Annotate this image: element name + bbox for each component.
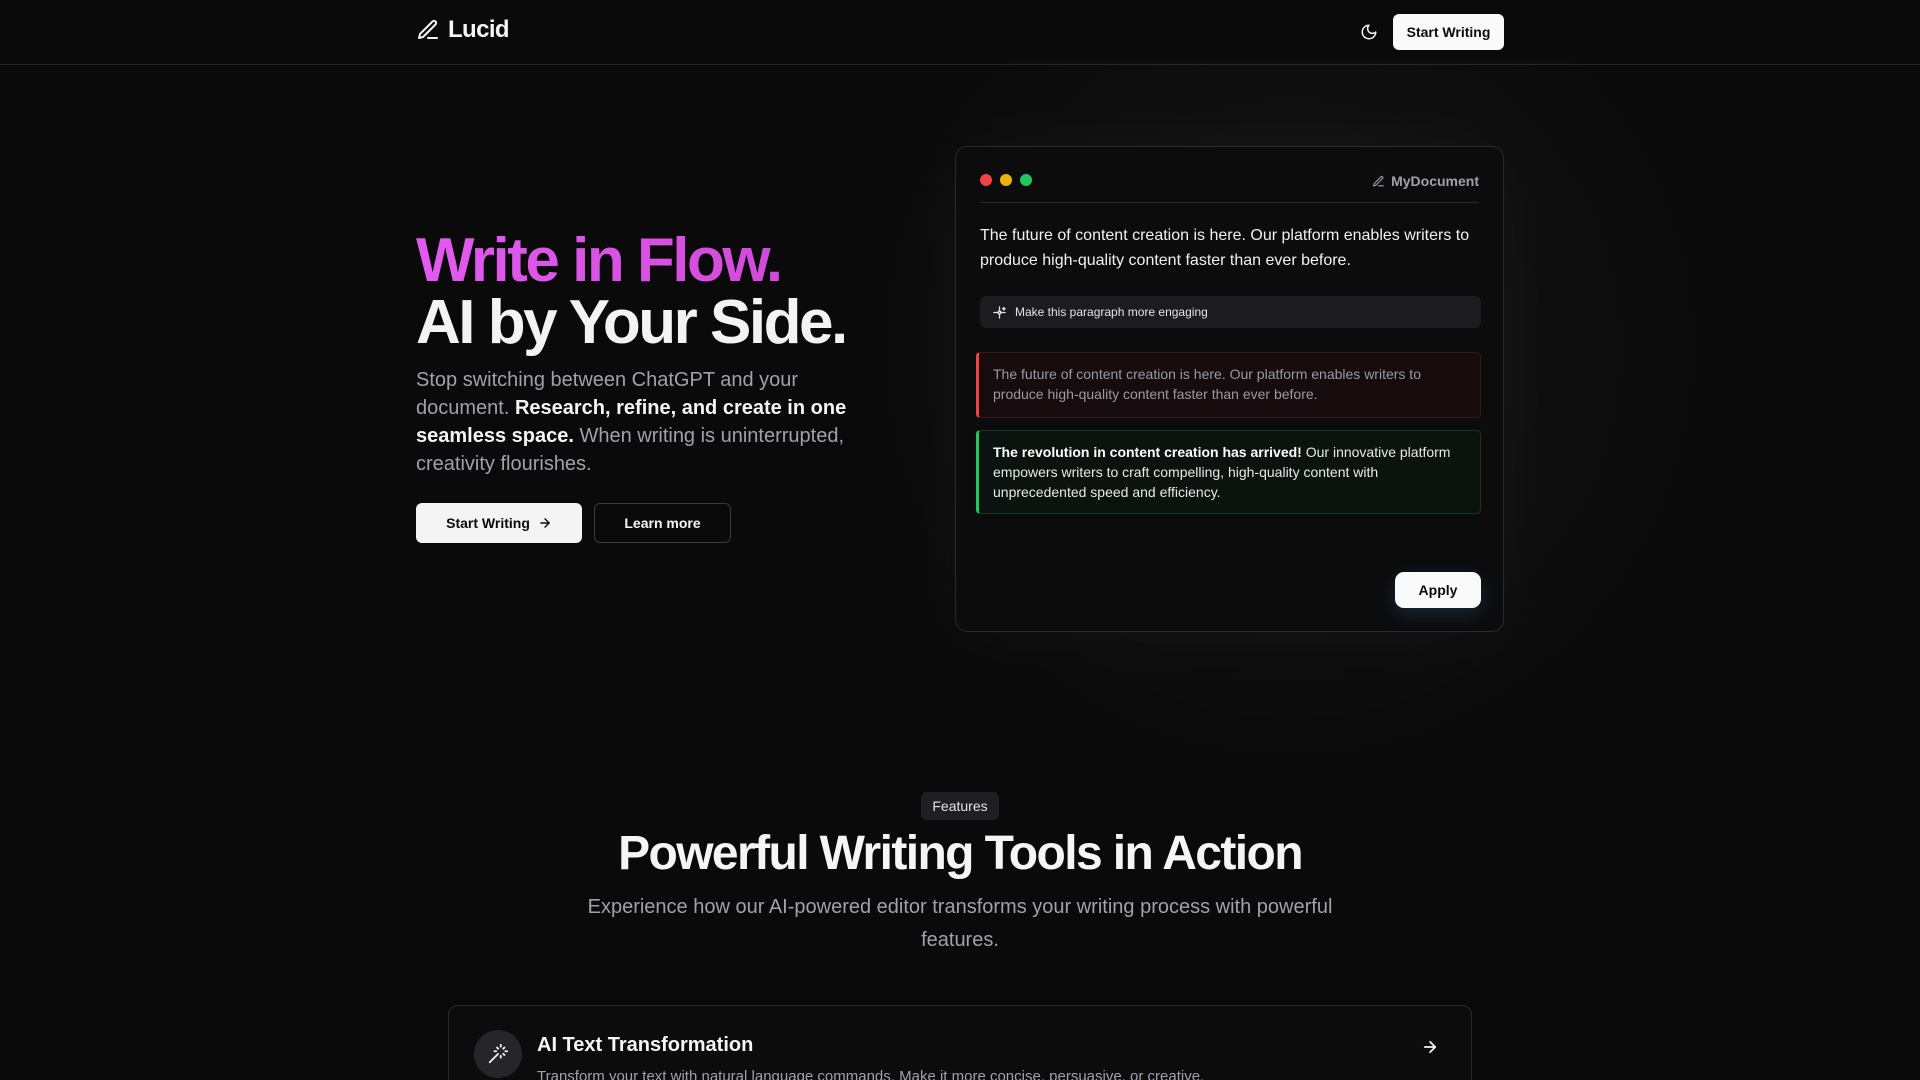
editor-body-text[interactable]: The future of content creation is here. … xyxy=(980,223,1480,273)
hero-start-writing-label: Start Writing xyxy=(446,515,530,531)
window-maximize-dot xyxy=(1020,174,1032,186)
pencil-icon xyxy=(1373,175,1385,186)
top-nav: Lucid Start Writing xyxy=(0,0,1920,65)
feature-description: Transform your text with natural languag… xyxy=(537,1068,1205,1080)
suggested-text-bold: The revolution in content creation has a… xyxy=(993,444,1302,460)
hero-start-writing-button[interactable]: Start Writing xyxy=(416,503,582,543)
magic-wand-icon xyxy=(488,1043,509,1064)
suggested-text-block: The revolution in content creation has a… xyxy=(976,430,1481,514)
feature-title: AI Text Transformation xyxy=(537,1034,754,1056)
ai-prompt-bar[interactable]: Make this paragraph more engaging xyxy=(980,296,1481,328)
theme-toggle-button[interactable] xyxy=(1357,20,1381,44)
feature-card-ai-text-transformation[interactable]: AI Text Transformation Transform your te… xyxy=(448,1005,1472,1080)
window-controls xyxy=(980,174,1032,186)
window-close-dot xyxy=(980,174,992,186)
landing-page: Lucid Start Writing Write in Flow. AI by… xyxy=(0,0,1920,1080)
apply-button[interactable]: Apply xyxy=(1395,572,1481,608)
editor-divider xyxy=(980,202,1479,203)
hero-title-line1: Write in Flow. xyxy=(416,230,846,292)
brand-logo[interactable]: Lucid xyxy=(416,16,510,44)
editor-preview: MyDocument The future of content creatio… xyxy=(955,146,1504,632)
nav-start-writing-button[interactable]: Start Writing xyxy=(1393,14,1504,50)
arrow-right-icon[interactable] xyxy=(1421,1038,1439,1056)
hero-subtitle: Stop switching between ChatGPT and your … xyxy=(416,366,856,478)
sparkles-icon xyxy=(993,305,1006,319)
document-name: MyDocument xyxy=(1372,173,1479,189)
features-badge: Features xyxy=(921,792,999,820)
arrow-right-icon xyxy=(540,518,550,528)
hero-title: Write in Flow. AI by Your Side. xyxy=(416,230,848,357)
features-subtitle: Experience how our AI-powered editor tra… xyxy=(587,896,1333,951)
document-name-label: MyDocument xyxy=(1391,173,1479,189)
brand-name: Lucid xyxy=(448,16,510,43)
pen-icon xyxy=(418,19,438,39)
window-minimize-dot xyxy=(1000,174,1012,186)
original-text-block: The future of content creation is here. … xyxy=(976,352,1481,418)
learn-more-button[interactable]: Learn more xyxy=(594,503,731,543)
features-title: Powerful Writing Tools in Action xyxy=(618,827,1303,880)
ai-prompt-text: Make this paragraph more engaging xyxy=(1015,305,1208,319)
moon-icon xyxy=(1361,24,1377,40)
hero-title-line2: AI by Your Side. xyxy=(416,288,848,357)
feature-icon-container xyxy=(474,1030,522,1078)
